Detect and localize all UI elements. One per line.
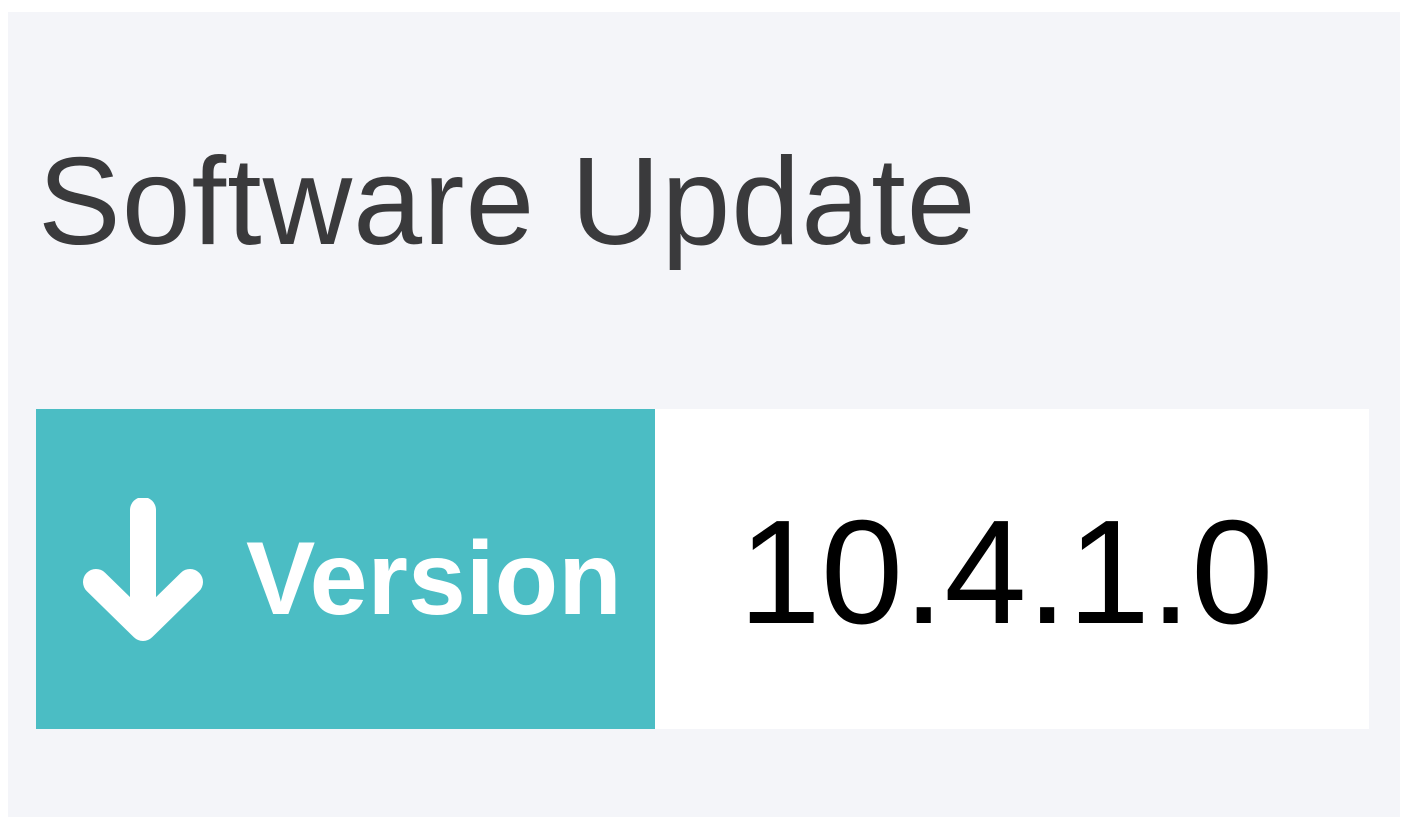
software-update-panel: Software Update Version 10.4.1.0 [8, 12, 1400, 817]
page-title: Software Update [38, 133, 977, 271]
version-value-box: 10.4.1.0 [655, 409, 1369, 729]
version-row: Version 10.4.1.0 [36, 409, 1369, 729]
version-value: 10.4.1.0 [738, 490, 1274, 655]
version-button-label: Version [246, 521, 622, 637]
arrow-down-icon [83, 498, 203, 641]
version-button[interactable]: Version [36, 409, 655, 729]
